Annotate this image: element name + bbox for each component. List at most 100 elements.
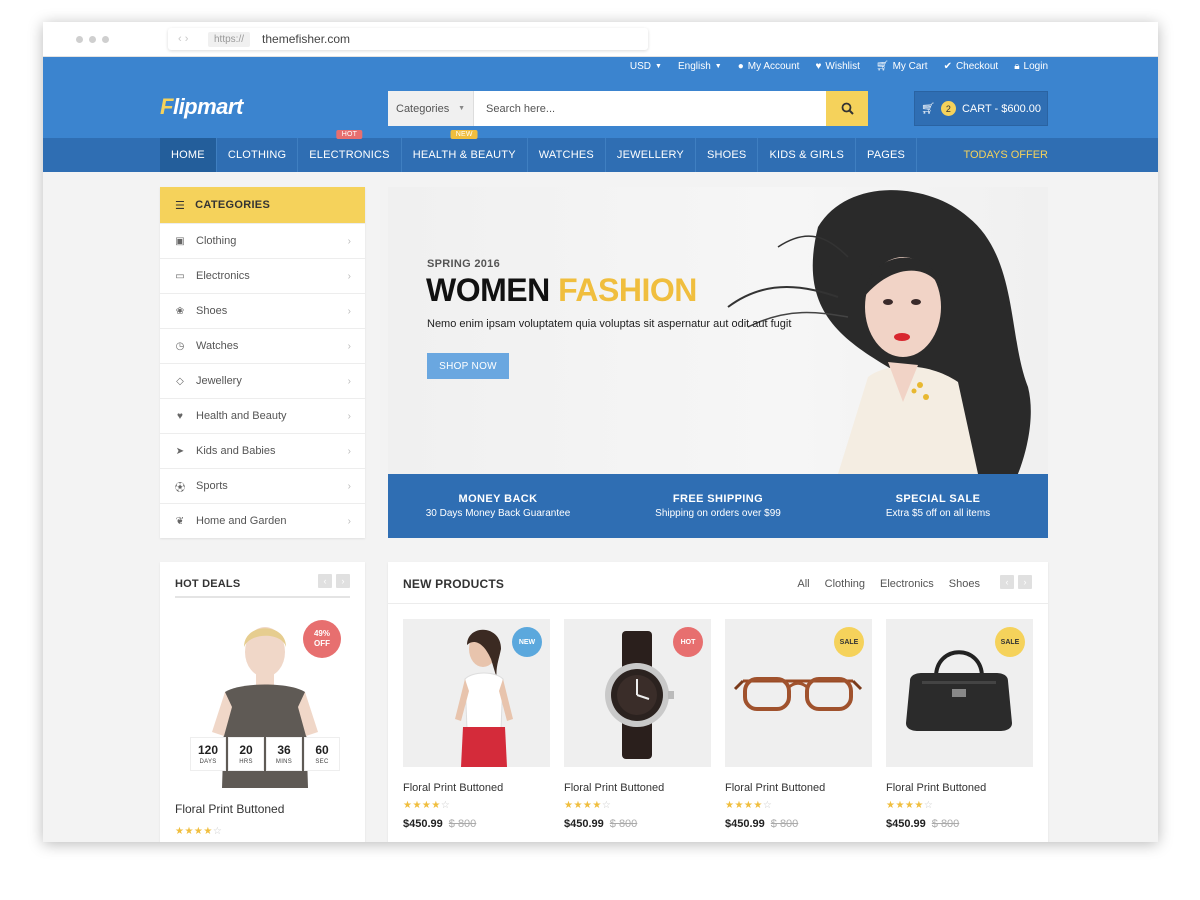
chevron-right-icon: › [347,375,351,387]
next-arrow-icon[interactable]: › [336,574,350,588]
feature-special-sale: SPECIAL SALE Extra $5 off on all items [885,493,991,519]
language-select[interactable]: English ▼ [678,61,722,72]
shop-now-button[interactable]: SHOP NOW [427,353,509,379]
category-home-garden[interactable]: ❦ Home and Garden › [160,503,365,538]
banner-title: WOMEN FASHION [426,272,697,308]
nav-pages[interactable]: PAGES [856,138,918,172]
nav-jewellery[interactable]: JEWELLERY [606,138,696,172]
category-kids-babies[interactable]: ➤ Kids and Babies › [160,433,365,468]
my-account-link[interactable]: ● My Account [738,61,800,72]
prev-arrow-icon[interactable]: ‹ [1000,575,1014,589]
top-bar: USD ▼ English ▼ ● My Account ♥ Wishlist 🛒︎ My… [630,61,1048,72]
product-card[interactable]: HOT Floral Print Buttoned ★★★★☆ $450.99 $… [564,619,711,830]
chevron-right-icon: › [347,445,351,457]
category-sports[interactable]: ⚽︎ Sports › [160,468,365,503]
filter-all[interactable]: All [797,578,809,590]
product-name[interactable]: Floral Print Buttoned [564,782,711,794]
filter-clothing[interactable]: Clothing [825,578,865,590]
site-logo[interactable]: Flipmart [160,94,243,120]
product-price: $450.99 $ 800 [403,818,477,830]
hot-deals-panel: HOT DEALS ‹ › 49% OFF 120 DAYS 20 HRS 36 MIN… [160,562,365,842]
search-bar: Categories ▼ [388,91,868,126]
filter-electronics[interactable]: Electronics [880,578,934,590]
category-electronics[interactable]: ▭ Electronics › [160,258,365,293]
chevron-right-icon: › [347,480,351,492]
url-domain[interactable]: themefisher.com [262,32,350,46]
heart-icon: ♥ [815,61,822,72]
browser-chrome: ‹ › https:// themefisher.com [43,22,1158,57]
filter-shoes[interactable]: Shoes [949,578,980,590]
nav-health-beauty[interactable]: NEW HEALTH & BEAUTY [402,130,528,172]
product-image[interactable]: SALE [725,619,872,767]
divider [175,596,350,598]
product-card[interactable]: SALE Floral Print Buttoned ★★★★☆ $450.99… [725,619,872,830]
model-photo [727,190,1031,474]
feature-money-back: MONEY BACK 30 Days Money Back Guarantee [425,493,571,519]
star-rating: ★★★★☆ [886,800,934,811]
hot-deal-product-name[interactable]: Floral Print Buttoned [175,802,284,816]
feature-free-shipping: FREE SHIPPING Shipping on orders over $99 [655,493,781,519]
next-arrow-icon[interactable]: › [1018,575,1032,589]
discount-badge: 49% OFF [303,620,341,658]
back-forward-icon[interactable]: ‹ › [178,33,208,45]
cart-icon: 🛒︎ [920,103,935,115]
site-header: USD ▼ English ▼ ● My Account ♥ Wishlist 🛒︎ My… [43,57,1158,172]
category-health-beauty[interactable]: ♥ Health and Beauty › [160,398,365,433]
window-controls[interactable] [76,36,109,43]
product-grid: NEW Floral Print Buttoned ★★★★☆ $450.99 $… [403,619,1033,830]
star-rating: ★★★★☆ [564,800,612,811]
user-icon: ● [737,61,744,72]
diamond-icon: ◇ [176,375,184,387]
product-image[interactable]: HOT [564,619,711,767]
cart-button[interactable]: 🛒︎ 2 CART - $600.00 [914,91,1048,126]
nav-shoes[interactable]: SHOES [696,138,759,172]
nav-home[interactable]: HOME [160,138,217,172]
search-button[interactable] [826,91,868,126]
product-name[interactable]: Floral Print Buttoned [886,782,1033,794]
chevron-right-icon: › [347,305,351,317]
category-select[interactable]: Categories ▼ [388,91,474,126]
cart-icon: 🛒︎ [875,61,889,72]
category-jewellery[interactable]: ◇ Jewellery › [160,363,365,398]
leaf-icon: ❦ [175,515,185,527]
login-link[interactable]: 🔒︎ Login [1014,61,1048,72]
nav-clothing[interactable]: CLOTHING [217,138,299,172]
new-badge: NEW [512,627,542,657]
category-clothing[interactable]: ▣ Clothing › [160,223,365,258]
product-card[interactable]: NEW Floral Print Buttoned ★★★★☆ $450.99 $… [403,619,550,830]
todays-offer-link[interactable]: TODAYS OFFER [963,149,1048,161]
product-image[interactable]: SALE [886,619,1033,767]
nav-watches[interactable]: WATCHES [528,138,606,172]
my-cart-link[interactable]: 🛒︎ My Cart [876,61,928,72]
shopping-bag-icon: ▣ [175,235,185,247]
new-products-title: NEW PRODUCTS [403,577,505,591]
laptop-icon: ▭ [175,270,185,282]
hot-deals-arrows: ‹ › [318,574,350,588]
countdown-days: 120 DAYS [190,737,226,771]
lock-icon: 🔒︎ [1014,61,1020,72]
wishlist-link[interactable]: ♥ Wishlist [815,61,859,72]
categories-header[interactable]: ☰ CATEGORIES [160,187,365,223]
banner-subtitle: Nemo enim ipsam voluptatem quia voluptas… [427,318,792,330]
category-shoes[interactable]: ❀ Shoes › [160,293,365,328]
search-input[interactable] [474,91,826,126]
product-name[interactable]: Floral Print Buttoned [403,782,550,794]
countdown-timer: 120 DAYS 20 HRS 36 MINS 60 SEC [190,737,340,771]
new-badge: NEW [450,130,478,139]
category-watches[interactable]: ◷ Watches › [160,328,365,363]
browser-window: ‹ › https:// themefisher.com USD ▼ Englis… [43,22,1158,842]
nav-electronics[interactable]: HOT ELECTRONICS [298,130,402,172]
product-name[interactable]: Floral Print Buttoned [725,782,872,794]
hot-badge: HOT [336,130,363,139]
checkout-link[interactable]: ✔ Checkout [944,61,999,72]
product-image[interactable]: NEW [403,619,550,767]
soccer-ball-icon: ⚽︎ [175,482,185,494]
product-filter-tabs: All Clothing Electronics Shoes [797,578,980,590]
currency-select[interactable]: USD ▼ [630,61,662,72]
clock-icon: ◷ [175,340,185,352]
product-card[interactable]: SALE Floral Print Buttoned ★★★★☆ $450.99… [886,619,1033,830]
address-bar[interactable]: ‹ › https:// themefisher.com [168,28,648,50]
prev-arrow-icon[interactable]: ‹ [318,574,332,588]
nav-kids-girls[interactable]: KIDS & GIRLS [758,138,856,172]
search-icon [841,102,854,115]
